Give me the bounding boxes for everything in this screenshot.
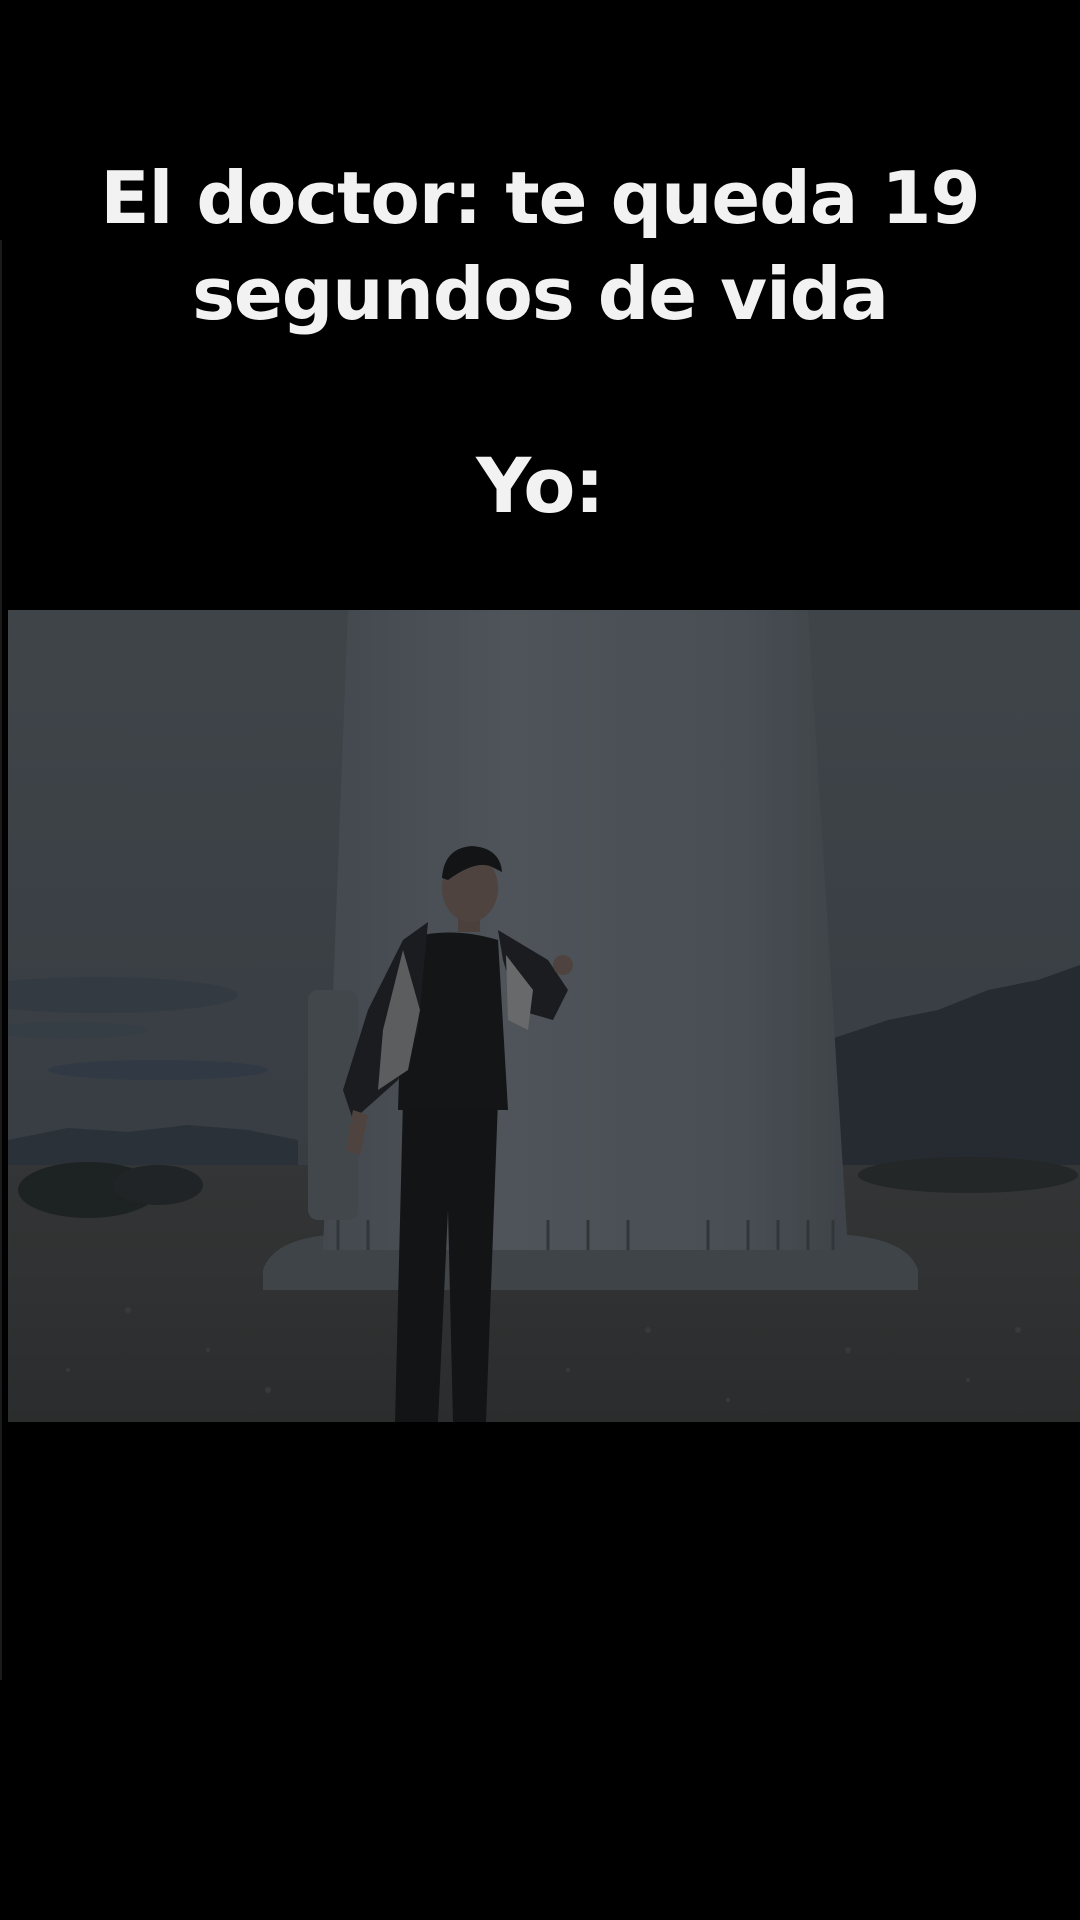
meme-caption-line-1: El doctor: te queda 19 (100, 156, 980, 240)
video-still-scene (8, 610, 1080, 1422)
video-frame[interactable] (8, 610, 1080, 1422)
meme-caption-line-2: segundos de vida (192, 252, 889, 336)
dim-overlay (8, 610, 1080, 1422)
meme-caption-reply: Yo: (476, 441, 605, 530)
